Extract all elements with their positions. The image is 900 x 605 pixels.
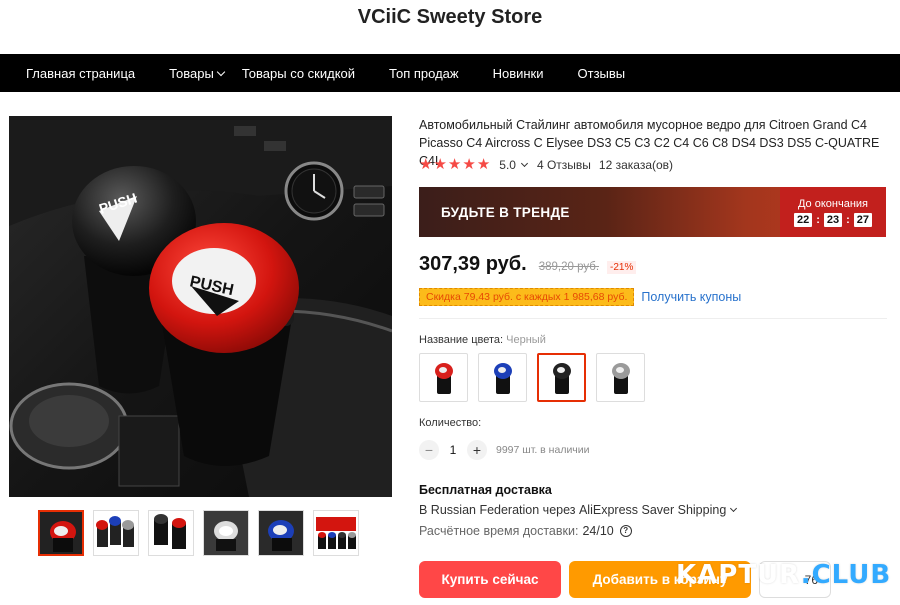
countdown-boxes: 22 : 23 : 27 xyxy=(793,212,873,227)
nav-item-reviews[interactable]: Отзывы xyxy=(578,66,626,81)
color-swatch-blue[interactable] xyxy=(478,353,527,402)
discount-badge: -21% xyxy=(607,261,637,274)
thumbnail-image xyxy=(149,511,193,555)
swatch-image xyxy=(434,362,453,394)
coupon-tag: Скидка 79,43 руб. с каждых 1 985,68 руб. xyxy=(419,288,635,306)
thumbnail-3[interactable] xyxy=(148,510,194,556)
countdown-hours: 22 xyxy=(793,212,813,227)
thumbnail-1[interactable] xyxy=(38,510,84,556)
color-swatch-silver[interactable] xyxy=(596,353,645,402)
nav-item-label: Новинки xyxy=(492,65,544,81)
stock-availability: 9997 шт. в наличии xyxy=(496,444,590,456)
quantity-stepper: − 1 + 9997 шт. в наличии xyxy=(419,440,590,460)
nav-item-new[interactable]: Новинки xyxy=(493,66,544,81)
quantity-increase-button[interactable]: + xyxy=(467,440,487,460)
thumbnail-image xyxy=(94,511,138,555)
get-coupons-link[interactable]: Получить купоны xyxy=(641,290,741,304)
coupon-row: Скидка 79,43 руб. с каждых 1 985,68 руб.… xyxy=(419,288,741,306)
delivery-estimate-value: 24/10 xyxy=(582,524,614,538)
thumbnail-6[interactable] xyxy=(313,510,359,556)
car-trash-bin-photo: PUSH PUSH xyxy=(9,116,392,497)
watermark-suffix: .CLUB xyxy=(800,560,892,590)
watermark-brand: KAPTUR xyxy=(676,560,801,590)
current-price: 307,39 руб. xyxy=(419,253,527,275)
color-swatch-red[interactable] xyxy=(419,353,468,402)
section-divider xyxy=(419,318,887,319)
nav-item-label: Топ продаж xyxy=(389,65,459,81)
selected-color-name: Черный xyxy=(506,334,546,346)
nav-item-top-sales[interactable]: Топ продаж xyxy=(389,66,459,81)
countdown-separator: : xyxy=(846,213,850,226)
buy-now-button[interactable]: Купить сейчас xyxy=(419,561,561,598)
thumbnail-5[interactable] xyxy=(258,510,304,556)
quantity-label: Количество: xyxy=(419,417,482,429)
thumbnail-4[interactable] xyxy=(203,510,249,556)
nav-item-discounted[interactable]: Товары со скидкой xyxy=(242,66,355,81)
swatch-image xyxy=(552,362,571,394)
star-icon: ★ xyxy=(419,156,433,173)
product-main-image[interactable]: PUSH PUSH xyxy=(9,116,392,497)
color-swatch-black[interactable] xyxy=(537,353,586,402)
chevron-down-icon[interactable] xyxy=(520,159,528,168)
star-icon: ★ xyxy=(476,156,491,173)
rating-value[interactable]: 5.0 xyxy=(499,158,516,172)
color-swatches xyxy=(419,353,655,402)
thumbnail-2[interactable] xyxy=(93,510,139,556)
rating-stars: ★ ★ ★ ★ ★ xyxy=(419,156,491,173)
thumbnail-image xyxy=(40,512,82,554)
old-price: 389,20 руб. xyxy=(538,261,600,273)
chevron-down-icon xyxy=(216,67,226,76)
swatch-image xyxy=(611,362,630,394)
countdown-minutes: 23 xyxy=(823,212,843,227)
delivery-estimate-label: Расчётное время доставки: xyxy=(419,524,579,538)
thumbnail-image xyxy=(259,511,303,555)
promo-banner-text: БУДЬТЕ В ТРЕНДЕ xyxy=(441,204,570,220)
quantity-value[interactable]: 1 xyxy=(439,443,467,457)
color-label-text: Название цвета: xyxy=(419,334,504,346)
chevron-down-icon xyxy=(730,504,738,513)
countdown-separator: : xyxy=(816,213,820,226)
thumbnail-strip xyxy=(38,510,368,556)
reviews-link[interactable]: 4 Отзывы xyxy=(537,158,591,172)
nav-item-label: Товары xyxy=(169,65,214,81)
store-title: VCiiC Sweety Store xyxy=(357,6,543,28)
countdown-label: До окончания xyxy=(797,197,869,210)
nav-item-home[interactable]: Главная страница xyxy=(26,66,135,81)
orders-count: 12 заказа(ов) xyxy=(598,158,674,172)
shipping-title: Бесплатная доставка xyxy=(419,483,552,497)
promo-banner: БУДЬТЕ В ТРЕНДЕ До окончания 22 : 23 : 2… xyxy=(419,187,886,237)
quantity-decrease-button[interactable]: − xyxy=(419,440,439,460)
delivery-estimate: Расчётное время доставки: 24/10 ? xyxy=(419,524,632,538)
rating-row: ★ ★ ★ ★ ★ 5.0 4 Отзывы 12 заказа(ов) xyxy=(419,156,674,173)
star-icon: ★ xyxy=(433,156,447,173)
shipping-destination[interactable]: В Russian Federation через AliExpress Sa… xyxy=(419,503,746,517)
help-icon[interactable]: ? xyxy=(619,525,632,537)
color-label: Название цвета: Черный xyxy=(419,334,546,346)
countdown-timer: До окончания 22 : 23 : 27 xyxy=(780,187,886,237)
countdown-seconds: 27 xyxy=(853,212,873,227)
nav-item-label: Товары со скидкой xyxy=(241,65,356,81)
nav-item-products[interactable]: Товары xyxy=(169,65,226,81)
watermark-logo: KAPTUR.CLUB xyxy=(676,560,891,590)
thumbnail-image xyxy=(314,511,358,555)
star-icon: ★ xyxy=(462,156,476,173)
shipping-destination-text: В Russian Federation через AliExpress Sa… xyxy=(419,503,727,517)
price-row: 307,39 руб. 389,20 руб. -21% xyxy=(419,253,637,276)
store-navbar: Главная страница Товары Товары со скидко… xyxy=(0,54,900,92)
swatch-image xyxy=(493,362,512,394)
thumbnail-image xyxy=(204,511,248,555)
nav-item-label: Отзывы xyxy=(577,65,626,81)
star-icon: ★ xyxy=(447,156,462,173)
nav-item-label: Главная страница xyxy=(26,65,136,81)
